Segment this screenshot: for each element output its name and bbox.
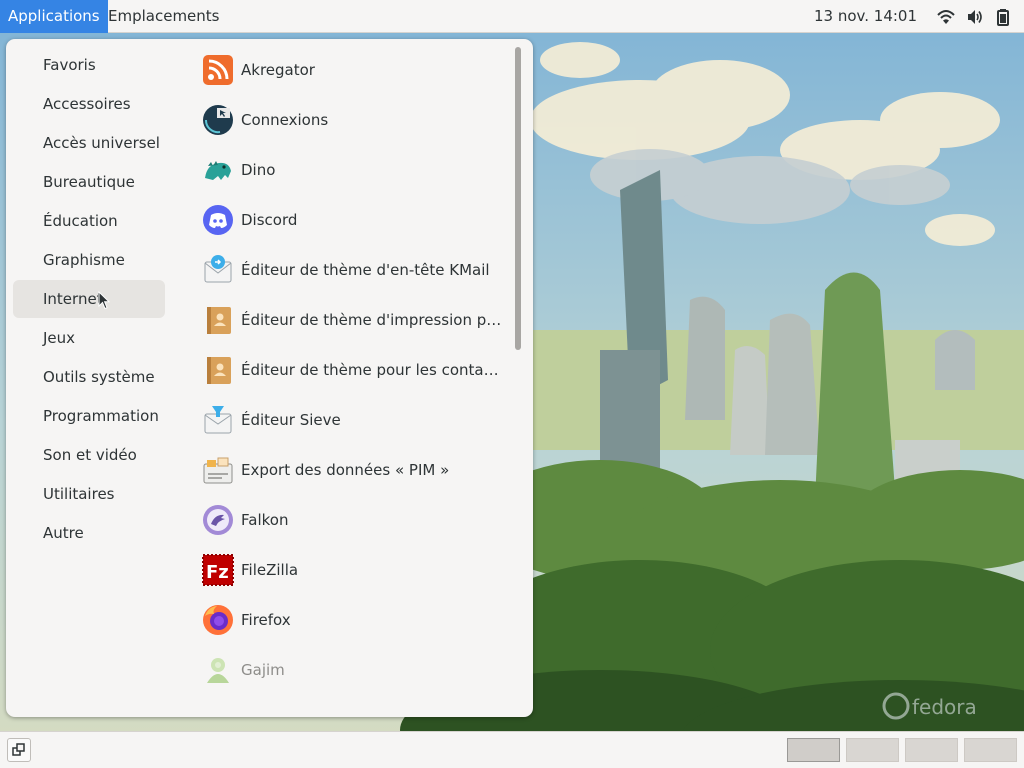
app-item[interactable]: Éditeur Sieve [199, 395, 509, 445]
workspace-1[interactable] [787, 738, 840, 762]
category-label: Bureautique [43, 173, 135, 191]
volume-icon[interactable] [966, 8, 984, 26]
workspace-2[interactable] [846, 738, 899, 762]
clock[interactable]: 13 nov. 14:01 [814, 0, 917, 33]
applications-menu-button[interactable]: Applications [0, 0, 108, 33]
category-item[interactable]: Favoris [13, 46, 165, 84]
app-label: Discord [241, 211, 298, 229]
fedora-watermark: fedora [912, 695, 977, 719]
category-label: Outils système [43, 368, 155, 386]
category-item[interactable]: Outils système [13, 358, 165, 396]
category-label: Graphisme [43, 251, 125, 269]
filezilla-icon: Fz [202, 554, 234, 586]
scrollbar-thumb[interactable] [515, 47, 521, 350]
app-label: Dino [241, 161, 276, 179]
falkon-icon [203, 505, 233, 535]
category-label: Autre [43, 524, 84, 542]
app-label: Éditeur de thème pour les contacts [241, 361, 503, 379]
gajim-icon [207, 658, 229, 683]
app-item[interactable]: Falkon [199, 495, 509, 545]
category-item[interactable]: Son et vidéo [13, 436, 165, 474]
category-label: Internet [43, 290, 103, 308]
app-item[interactable]: Éditeur de thème d'en-tête KMail [199, 245, 509, 295]
app-item[interactable]: Éditeur de thème d'impression pour... [199, 295, 509, 345]
app-item[interactable]: Firefox [199, 595, 509, 645]
category-item[interactable]: Bureautique [13, 163, 165, 201]
svg-text:Fz: Fz [206, 562, 229, 583]
app-label: Export des données « PIM » [241, 461, 450, 479]
app-label: Firefox [241, 611, 291, 629]
workspace-3[interactable] [905, 738, 958, 762]
application-list: Akregator Connexions Dino Discord Éditeur de… [199, 45, 509, 695]
pim-export-icon [203, 457, 233, 484]
category-item[interactable]: Programmation [13, 397, 165, 435]
app-label: Gajim [241, 661, 285, 679]
category-label: Utilitaires [43, 485, 115, 503]
show-desktop-icon [12, 743, 25, 756]
places-menu-button[interactable]: Emplacements [100, 0, 228, 33]
app-item[interactable]: Akregator [199, 45, 509, 95]
top-bar: Applications Emplacements 13 nov. 14:01 [0, 0, 1024, 33]
category-item[interactable]: Internet [13, 280, 165, 318]
category-item[interactable]: Accès universel [13, 124, 165, 162]
app-label: Falkon [241, 511, 289, 529]
app-label: Akregator [241, 61, 315, 79]
category-label: Jeux [43, 329, 76, 347]
category-item[interactable]: Autre [13, 514, 165, 552]
category-label: Programmation [43, 407, 159, 425]
remote-desktop-icon [203, 105, 233, 135]
app-label: Éditeur Sieve [241, 411, 341, 429]
category-item[interactable]: Jeux [13, 319, 165, 357]
app-label: Éditeur de thème d'impression pour... [241, 311, 503, 329]
mail-theme-icon [204, 255, 232, 283]
show-desktop-button[interactable] [7, 738, 31, 762]
rss-feed-icon [203, 55, 233, 85]
category-label: Son et vidéo [43, 446, 137, 464]
category-item[interactable]: Accessoires [13, 85, 165, 123]
category-label: Éducation [43, 212, 118, 230]
app-item[interactable]: Connexions [199, 95, 509, 145]
category-label: Accès universel [43, 134, 160, 152]
category-item[interactable]: Graphisme [13, 241, 165, 279]
discord-icon [203, 205, 233, 235]
dino-icon [205, 161, 231, 180]
app-item[interactable]: Discord [199, 195, 509, 245]
contact-theme-icon [207, 307, 231, 334]
category-label: Accessoires [43, 95, 131, 113]
bottom-panel [0, 731, 1024, 768]
category-item[interactable]: Éducation [13, 202, 165, 240]
app-item[interactable]: Fz FileZilla [199, 545, 509, 595]
wifi-icon[interactable] [937, 8, 955, 26]
app-item[interactable]: Dino [199, 145, 509, 195]
app-item[interactable]: Gajim [199, 645, 509, 695]
category-item[interactable]: Utilitaires [13, 475, 165, 513]
category-label: Favoris [43, 56, 96, 74]
app-item[interactable]: Éditeur de thème pour les contacts [199, 345, 509, 395]
workspace-4[interactable] [964, 738, 1017, 762]
app-item[interactable]: Export des données « PIM » [199, 445, 509, 495]
contact-theme-icon [207, 357, 231, 384]
mail-filter-icon [204, 406, 232, 434]
app-label: Éditeur de thème d'en-tête KMail [241, 261, 490, 279]
mouse-pointer-icon [98, 291, 110, 310]
app-label: Connexions [241, 111, 329, 129]
firefox-icon [203, 605, 233, 635]
applications-menu-popup: Favoris Accessoires Accès universel Bureaut… [6, 39, 533, 717]
app-label: FileZilla [241, 561, 299, 579]
battery-icon[interactable] [994, 8, 1012, 26]
category-list: Favoris Accessoires Accès universel Bureaut… [13, 46, 165, 553]
